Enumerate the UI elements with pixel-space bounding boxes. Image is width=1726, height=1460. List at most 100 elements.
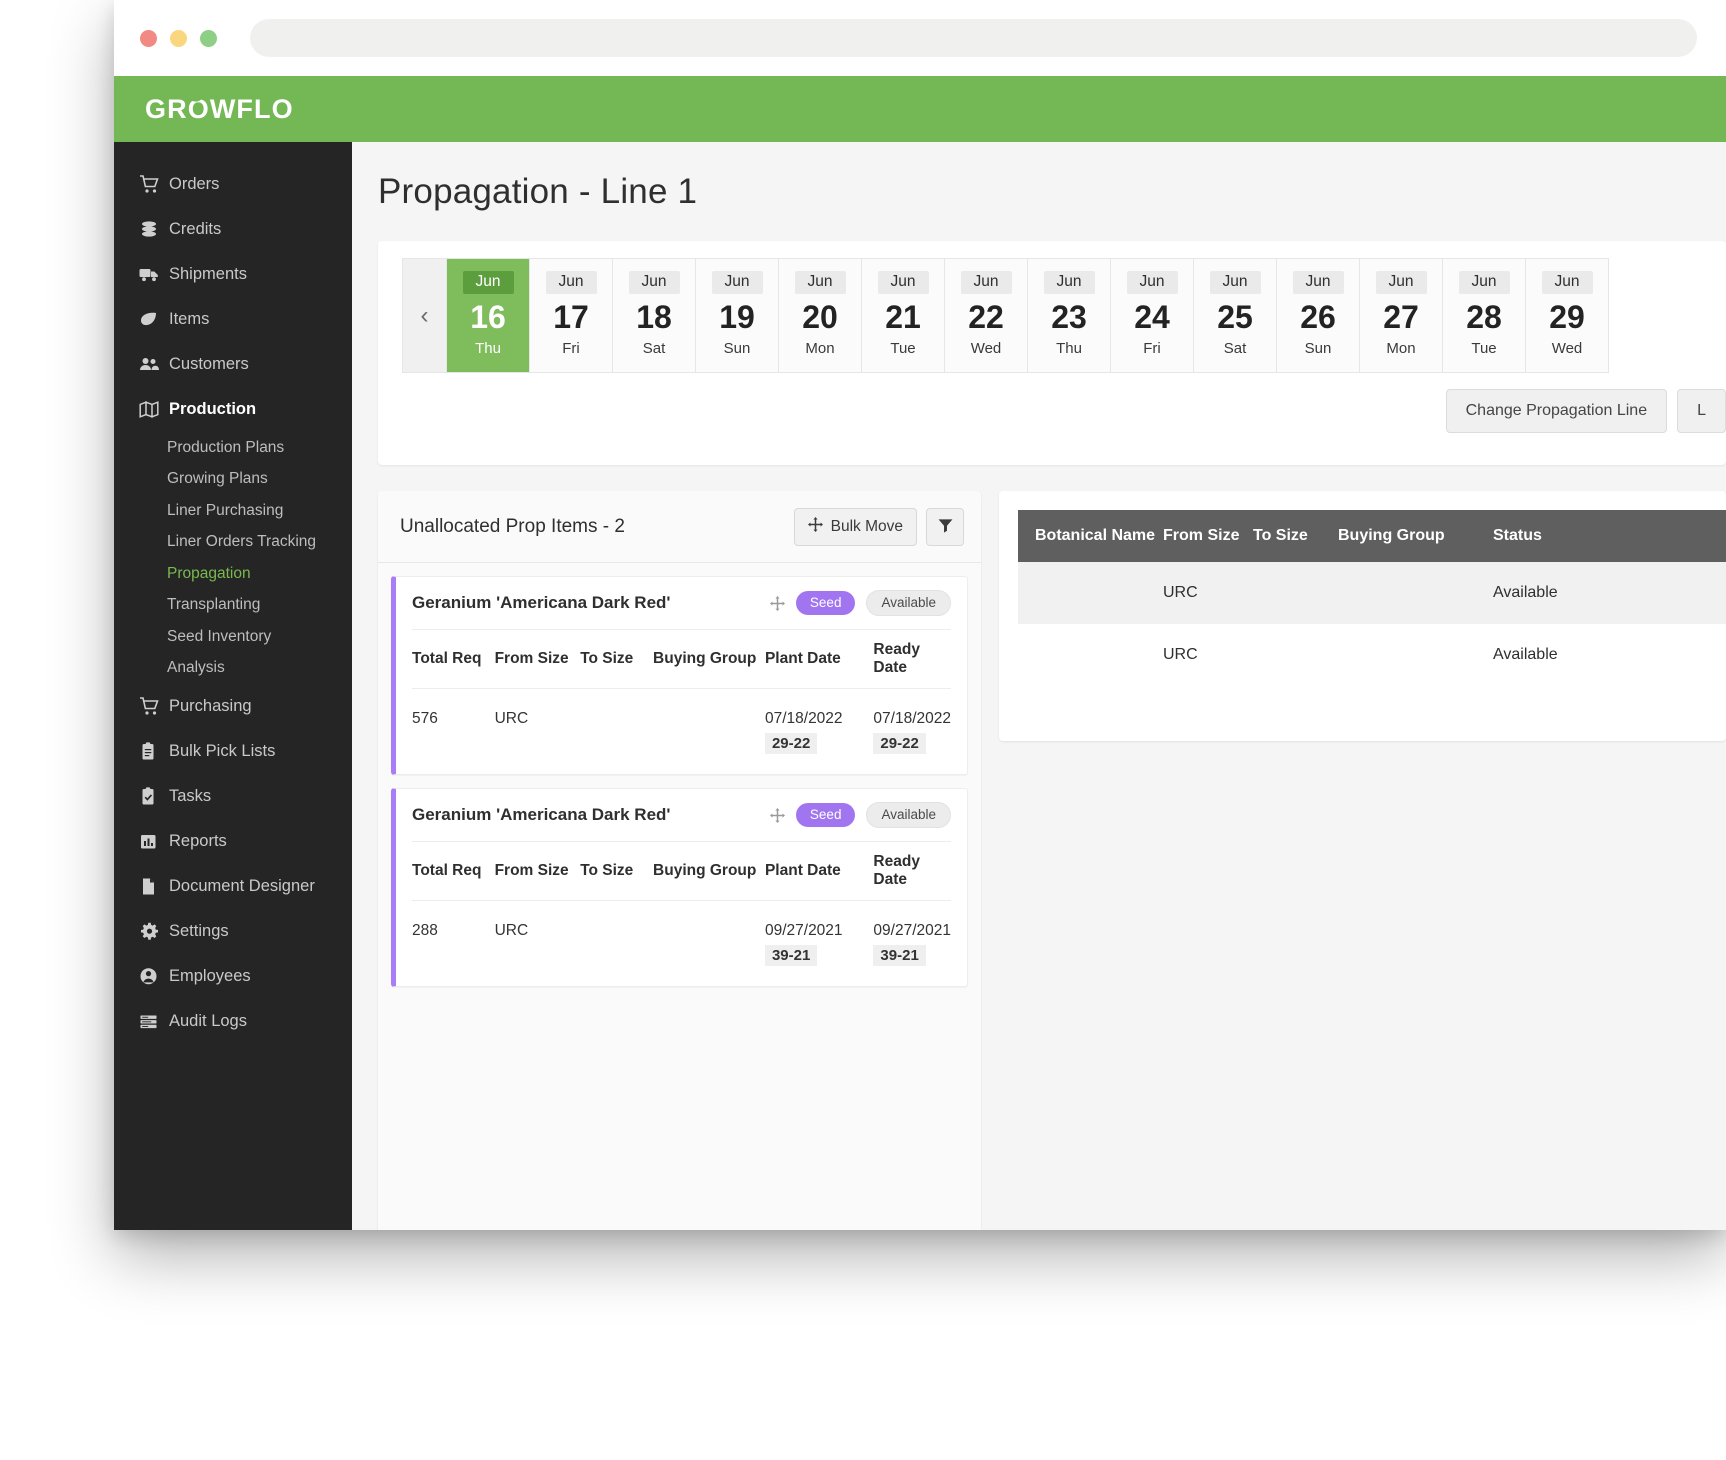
date-month: Jun: [463, 271, 514, 294]
cell-status: Available: [1493, 562, 1643, 624]
prop-item-card[interactable]: Geranium 'Americana Dark Red' Seed Avail…: [391, 576, 968, 775]
date-cell-jun-26[interactable]: Jun 26 Sun: [1277, 259, 1360, 372]
date-month: Jun: [1210, 271, 1261, 294]
sidebar-item-settings[interactable]: Settings: [114, 909, 352, 954]
prop-item-name: Geranium 'Americana Dark Red': [412, 593, 759, 613]
date-weekday: Fri: [1143, 341, 1161, 356]
sidebar-item-employees[interactable]: Employees: [114, 954, 352, 999]
date-cell-jun-20[interactable]: Jun 20 Mon: [779, 259, 862, 372]
drag-handle-icon[interactable]: [770, 596, 785, 611]
date-weekday: Mon: [1386, 341, 1415, 356]
sidebar-item-document-designer[interactable]: Document Designer: [114, 864, 352, 909]
bulk-move-button[interactable]: Bulk Move: [794, 508, 917, 546]
sidebar-item-credits[interactable]: Credits: [114, 207, 352, 252]
drag-handle-icon[interactable]: [770, 808, 785, 823]
date-cell-jun-16[interactable]: Jun 16 Thu: [447, 259, 530, 372]
date-cell-jun-28[interactable]: Jun 28 Tue: [1443, 259, 1526, 372]
leaf-icon: [139, 310, 169, 330]
th-buying-group[interactable]: Buying Group: [1338, 510, 1493, 562]
sidebar-item-production[interactable]: Production: [114, 387, 352, 432]
sidebar-item-customers[interactable]: Customers: [114, 342, 352, 387]
sidebar-item-liner-orders-tracking[interactable]: Liner Orders Tracking: [114, 527, 352, 559]
sidebar-item-reports[interactable]: Reports: [114, 819, 352, 864]
minimize-window-button[interactable]: [170, 30, 187, 47]
previous-week-button[interactable]: ‹: [403, 259, 447, 372]
date-weekday: Sat: [643, 341, 666, 356]
th-from-size[interactable]: From Size: [1163, 510, 1253, 562]
cell-buying-group: [653, 901, 765, 973]
sidebar-item-liner-purchasing[interactable]: Liner Purchasing: [114, 495, 352, 527]
date-cell-jun-29[interactable]: Jun 29 Wed: [1526, 259, 1609, 372]
th-buying-group: Buying Group: [653, 842, 765, 901]
th-to-size[interactable]: To Size: [1253, 510, 1338, 562]
table-header-row: Total Req From Size To Size Buying Group…: [412, 842, 951, 901]
badge-type: Seed: [796, 591, 856, 615]
prop-item-table: Total Req From Size To Size Buying Group…: [412, 629, 951, 760]
prop-card-title: Unallocated Prop Items - 2: [400, 516, 794, 538]
date-cell-jun-24[interactable]: Jun 24 Fri: [1111, 259, 1194, 372]
page-title: Propagation - Line 1: [352, 142, 1726, 212]
prop-card-header: Unallocated Prop Items - 2 Bulk Move: [378, 491, 981, 563]
cell-spacer: [1643, 624, 1726, 686]
sidebar-item-bulk-pick-lists[interactable]: Bulk Pick Lists: [114, 729, 352, 774]
allocation-grid: Botanical Name From Size To Size Buying …: [1018, 510, 1726, 686]
date-weekday: Tue: [1471, 341, 1496, 356]
date-month: Jun: [1044, 271, 1095, 294]
sidebar-item-items[interactable]: Items: [114, 297, 352, 342]
sidebar-item-shipments[interactable]: Shipments: [114, 252, 352, 297]
sidebar-item-audit-logs[interactable]: Audit Logs: [114, 999, 352, 1044]
sidebar-label: Settings: [169, 922, 229, 941]
th-to-size: To Size: [580, 842, 653, 901]
close-window-button[interactable]: [140, 30, 157, 47]
sidebar-item-production-plans[interactable]: Production Plans: [114, 432, 352, 464]
date-month: Jun: [712, 271, 763, 294]
grid-row[interactable]: URC Available: [1018, 562, 1726, 624]
sidebar-label: Bulk Pick Lists: [169, 742, 275, 761]
date-cell-jun-21[interactable]: Jun 21 Tue: [862, 259, 945, 372]
sidebar-label: Credits: [169, 220, 221, 239]
bar-chart-icon: [139, 832, 169, 852]
sidebar-item-tasks[interactable]: Tasks: [114, 774, 352, 819]
th-status[interactable]: Status: [1493, 510, 1643, 562]
sidebar-item-analysis[interactable]: Analysis: [114, 653, 352, 685]
filter-button[interactable]: [926, 508, 964, 546]
cart-icon: [139, 697, 169, 717]
sidebar-item-seed-inventory[interactable]: Seed Inventory: [114, 621, 352, 653]
sidebar-item-growing-plans[interactable]: Growing Plans: [114, 464, 352, 496]
sidebar-label: Employees: [169, 967, 251, 986]
address-bar-input[interactable]: [250, 19, 1697, 57]
date-cell-jun-19[interactable]: Jun 19 Sun: [696, 259, 779, 372]
date-cell-jun-18[interactable]: Jun 18 Sat: [613, 259, 696, 372]
growflo-logo[interactable]: GROWFLO: [145, 94, 294, 125]
date-cell-jun-25[interactable]: Jun 25 Sat: [1194, 259, 1277, 372]
sidebar-item-propagation[interactable]: Propagation: [114, 558, 352, 590]
cell-buying-group: [1338, 624, 1493, 686]
date-number: 20: [802, 301, 838, 333]
change-propagation-line-button[interactable]: Change Propagation Line: [1446, 389, 1667, 433]
secondary-action-button[interactable]: L: [1677, 389, 1726, 433]
sidebar-item-orders[interactable]: Orders: [114, 162, 352, 207]
document-icon: [139, 877, 169, 897]
date-cell-jun-23[interactable]: Jun 23 Thu: [1028, 259, 1111, 372]
maximize-window-button[interactable]: [200, 30, 217, 47]
date-cell-jun-27[interactable]: Jun 27 Mon: [1360, 259, 1443, 372]
move-arrows-icon: [808, 517, 823, 537]
grid-row[interactable]: URC Available: [1018, 624, 1726, 686]
th-total-req: Total Req: [412, 842, 495, 901]
badge-status: Available: [866, 802, 951, 828]
date-cell-jun-22[interactable]: Jun 22 Wed: [945, 259, 1028, 372]
sidebar-label: Items: [169, 310, 209, 329]
date-weekday: Sat: [1224, 341, 1247, 356]
th-botanical-name[interactable]: Botanical Name: [1018, 510, 1163, 562]
date-cell-jun-17[interactable]: Jun 17 Fri: [530, 259, 613, 372]
sidebar-item-transplanting[interactable]: Transplanting: [114, 590, 352, 622]
sidebar-item-purchasing[interactable]: Purchasing: [114, 684, 352, 729]
cell-spacer: [1643, 562, 1726, 624]
date-month: Jun: [1459, 271, 1510, 294]
sidebar-label: Customers: [169, 355, 249, 374]
prop-item-header: Geranium 'Americana Dark Red' Seed Avail…: [412, 577, 951, 629]
prop-item-card[interactable]: Geranium 'Americana Dark Red' Seed Avail…: [391, 788, 968, 987]
sidebar-nav: Orders Credits Shipments: [114, 142, 352, 1230]
main-content: Propagation - Line 1 ‹ Jun 16 Thu Jun 17…: [352, 142, 1726, 1230]
date-number: 25: [1217, 301, 1253, 333]
